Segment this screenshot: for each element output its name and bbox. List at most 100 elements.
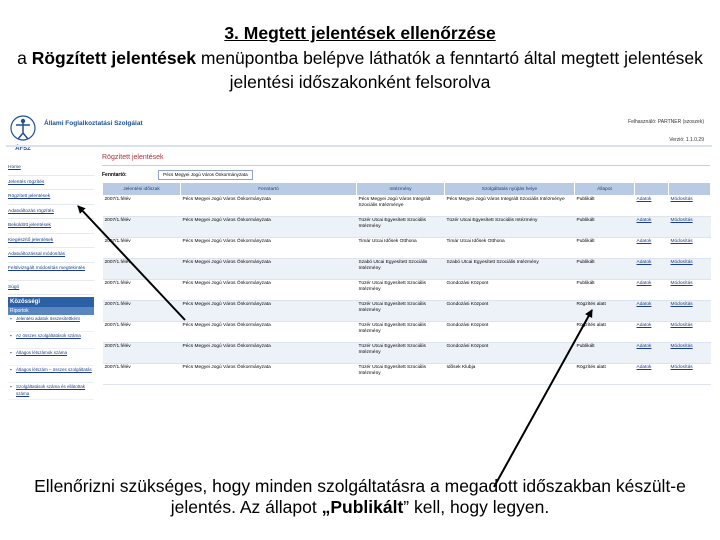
sidebar-link[interactable]: Adatváltozás rögzítés	[8, 205, 94, 219]
period-cell: 2007/1.félév	[102, 279, 181, 301]
sidebar-link[interactable]: Beküldött jelentések	[8, 219, 94, 234]
status-cell: Publikált	[574, 258, 635, 280]
table-row: 2007/1.félév Pécs Megyei Jogú Város Önkor…	[102, 342, 711, 364]
adatok-link[interactable]: Adatok	[634, 342, 669, 364]
modositas-link[interactable]: Módosítás	[668, 321, 711, 343]
fenntarto-cell: Pécs Megyei Jogú Város Önkormányzata	[180, 321, 357, 343]
adatok-link[interactable]: Adatok	[634, 321, 669, 343]
intezmeny-cell: Tüzér Utcai Egyesített Szociális Intézmé…	[356, 342, 445, 364]
table-body: 2007/1.félév Pécs Megyei Jogú Város Önkor…	[102, 195, 711, 385]
period-cell: 2007/1.félév	[102, 300, 181, 322]
modositas-link[interactable]: Módosítás	[668, 342, 711, 364]
fenntarto-cell: Pécs Megyei Jogú Város Önkormányzata	[180, 342, 357, 364]
adatok-link[interactable]: Adatok	[634, 216, 669, 238]
adatok-link[interactable]: Adatok	[634, 237, 669, 259]
modositas-link[interactable]: Módosítás	[668, 279, 711, 301]
adatok-link[interactable]: Adatok	[634, 279, 669, 301]
filter-label: Fenntartó:	[102, 172, 127, 178]
fenntarto-cell: Pécs Megyei Jogú Város Önkormányzata	[180, 195, 357, 217]
modositas-link[interactable]: Módosítás	[668, 237, 711, 259]
filter-row: Fenntartó: Pécs Megyei Jogú Város Önkorm…	[102, 168, 710, 182]
place-cell: Szabó Utcai Egyesített Szociális Intézmé…	[444, 258, 575, 280]
table-row: 2007/1.félév Pécs Megyei Jogú Város Önkor…	[102, 321, 711, 343]
column-header: Szolgáltatás nyújtás helye	[444, 182, 575, 196]
sidebar-link[interactable]: Home	[8, 161, 94, 176]
fenntarto-cell: Pécs Megyei Jogú Város Önkormányzata	[180, 216, 357, 238]
top-info: Felhasználó: PARTNER (szoszek) Verzió: 1…	[628, 113, 704, 149]
adatok-link[interactable]: Adatok	[634, 258, 669, 280]
report-link[interactable]: Szolgáltatások száma és ellátottak száma	[8, 383, 94, 400]
place-cell: Gondozási Központ	[444, 279, 575, 301]
fenntarto-cell: Pécs Megyei Jogú Város Önkormányzata	[180, 279, 357, 301]
intezmeny-cell: Tüzér Utcai Egyesített Szociális Intézmé…	[356, 216, 445, 238]
modositas-link[interactable]: Módosítás	[668, 258, 711, 280]
reports-table: Jelentési időszak Fenntartó Intézmény Szolg…	[102, 182, 711, 385]
adatok-link[interactable]: Adatok	[634, 300, 669, 322]
table-row: 2007/1.félév Pécs Megyei Jogú Város Önkor…	[102, 258, 711, 280]
modositas-link[interactable]: Módosítás	[668, 216, 711, 238]
report-link[interactable]: Átlagos létszám – összes szolgáltatás	[8, 366, 94, 383]
period-cell: 2007/1.félév	[102, 321, 181, 343]
table-row: 2007/1.félév Pécs Megyei Jogú Város Önkor…	[102, 363, 711, 385]
intezmeny-cell: Timár Utcai Idősek Otthona	[356, 237, 445, 259]
note-end: ” kell, hogy legyen.	[403, 497, 550, 517]
sidebar-link[interactable]: Súgó	[8, 281, 94, 295]
modositas-link[interactable]: Módosítás	[668, 195, 711, 217]
table-row: 2007/1.félév Pécs Megyei Jogú Város Önkor…	[102, 195, 711, 217]
period-cell: 2007/1.félév	[102, 363, 181, 385]
intezmeny-cell: Pécs Megyei Jogú Város Integrált Szociál…	[356, 195, 445, 217]
main-panel: Rögzített jelentések Fenntartó: Pécs Meg…	[102, 151, 711, 385]
column-header: Jelentési időszak	[102, 182, 181, 196]
period-cell: 2007/1.félév	[102, 216, 181, 238]
period-cell: 2007/1.félév	[102, 237, 181, 259]
slide-title: 3. Megtett jelentések ellenőrzése	[224, 23, 496, 43]
subtitle-prefix: a	[17, 48, 32, 68]
column-header	[668, 182, 711, 196]
column-header: Fenntartó	[180, 182, 357, 196]
status-cell: Rögzítés alatt	[574, 363, 635, 385]
sidebar-link[interactable]: Kiegészítő jelentések	[8, 234, 94, 248]
intezmeny-cell: Tüzér Utcai Egyesített Szociális Intézmé…	[356, 321, 445, 343]
place-cell: Gondozási Központ	[444, 321, 575, 343]
table-row: 2007/1.félév Pécs Megyei Jogú Város Önkor…	[102, 216, 711, 238]
adatok-link[interactable]: Adatok	[634, 195, 669, 217]
sidebar-section-sub: Riportok	[8, 307, 94, 315]
modositas-link[interactable]: Módosítás	[668, 300, 711, 322]
fenntarto-cell: Pécs Megyei Jogú Város Önkormányzata	[180, 363, 357, 385]
period-cell: 2007/1.félév	[102, 258, 181, 280]
intezmeny-cell: Tüzér Utcai Egyesített Szociális Intézmé…	[356, 300, 445, 322]
user-info: Felhasználó: PARTNER (szoszek)	[628, 119, 704, 125]
sidebar-link[interactable]: Jelentés rögzítés	[8, 176, 94, 190]
status-cell: Publikált	[574, 279, 635, 301]
period-cell: 2007/1.félév	[102, 342, 181, 364]
column-header: Intézmény	[356, 182, 445, 196]
afsz-logo-icon: ÁFSZ	[10, 115, 36, 152]
sidebar-link[interactable]: Adatváltozással módosítás	[8, 248, 94, 263]
intezmeny-cell: Tüzér Utcai Egyesített Szociális Intézmé…	[356, 279, 445, 301]
sidebar-link[interactable]: Rögzített jelentések	[8, 190, 94, 205]
fenntarto-cell: Pécs Megyei Jogú Város Önkormányzata	[180, 237, 357, 259]
status-cell: Publikált	[574, 216, 635, 238]
report-link[interactable]: Átlagos létszámok száma	[8, 349, 94, 366]
screenshot: ÁFSZ Állami Foglalkoztatási Szolgálat Fe…	[6, 107, 712, 420]
report-link[interactable]: Az összes szolgáltatások száma	[8, 332, 94, 349]
adatok-link[interactable]: Adatok	[634, 363, 669, 385]
agency-name: Állami Foglalkoztatási Szolgálat	[44, 120, 143, 127]
fenntarto-select[interactable]: Pécs Megyei Jogú Város Önkormányzata	[158, 169, 253, 180]
sidebar-link[interactable]: Felülvizsgált módosítás megtekintés	[8, 263, 94, 281]
period-cell: 2007/1.félév	[102, 195, 181, 217]
subtitle-rest: menüpontba belépve láthatók a fenntartó …	[196, 48, 703, 92]
status-cell: Publikált	[574, 237, 635, 259]
modositas-link[interactable]: Módosítás	[668, 363, 711, 385]
status-cell: Publikált	[574, 342, 635, 364]
page-title: Rögzített jelentések	[102, 151, 710, 166]
bottom-note: Ellenőrizni szükséges, hogy minden szolg…	[8, 476, 712, 518]
column-header: Állapot	[574, 182, 635, 196]
status-cell: Rögzítés alatt	[574, 300, 635, 322]
fenntarto-cell: Pécs Megyei Jogú Város Önkormányzata	[180, 258, 357, 280]
report-link[interactable]: Jelentési adatok összesítettként	[8, 315, 94, 332]
subtitle-bold: Rögzített jelentések	[31, 48, 197, 68]
fenntarto-cell: Pécs Megyei Jogú Város Önkormányzata	[180, 300, 357, 322]
table-row: 2007/1.félév Pécs Megyei Jogú Város Önkor…	[102, 300, 711, 322]
place-cell: Tüzér Utcai Egyesített Szociális Intézmé…	[444, 216, 575, 238]
